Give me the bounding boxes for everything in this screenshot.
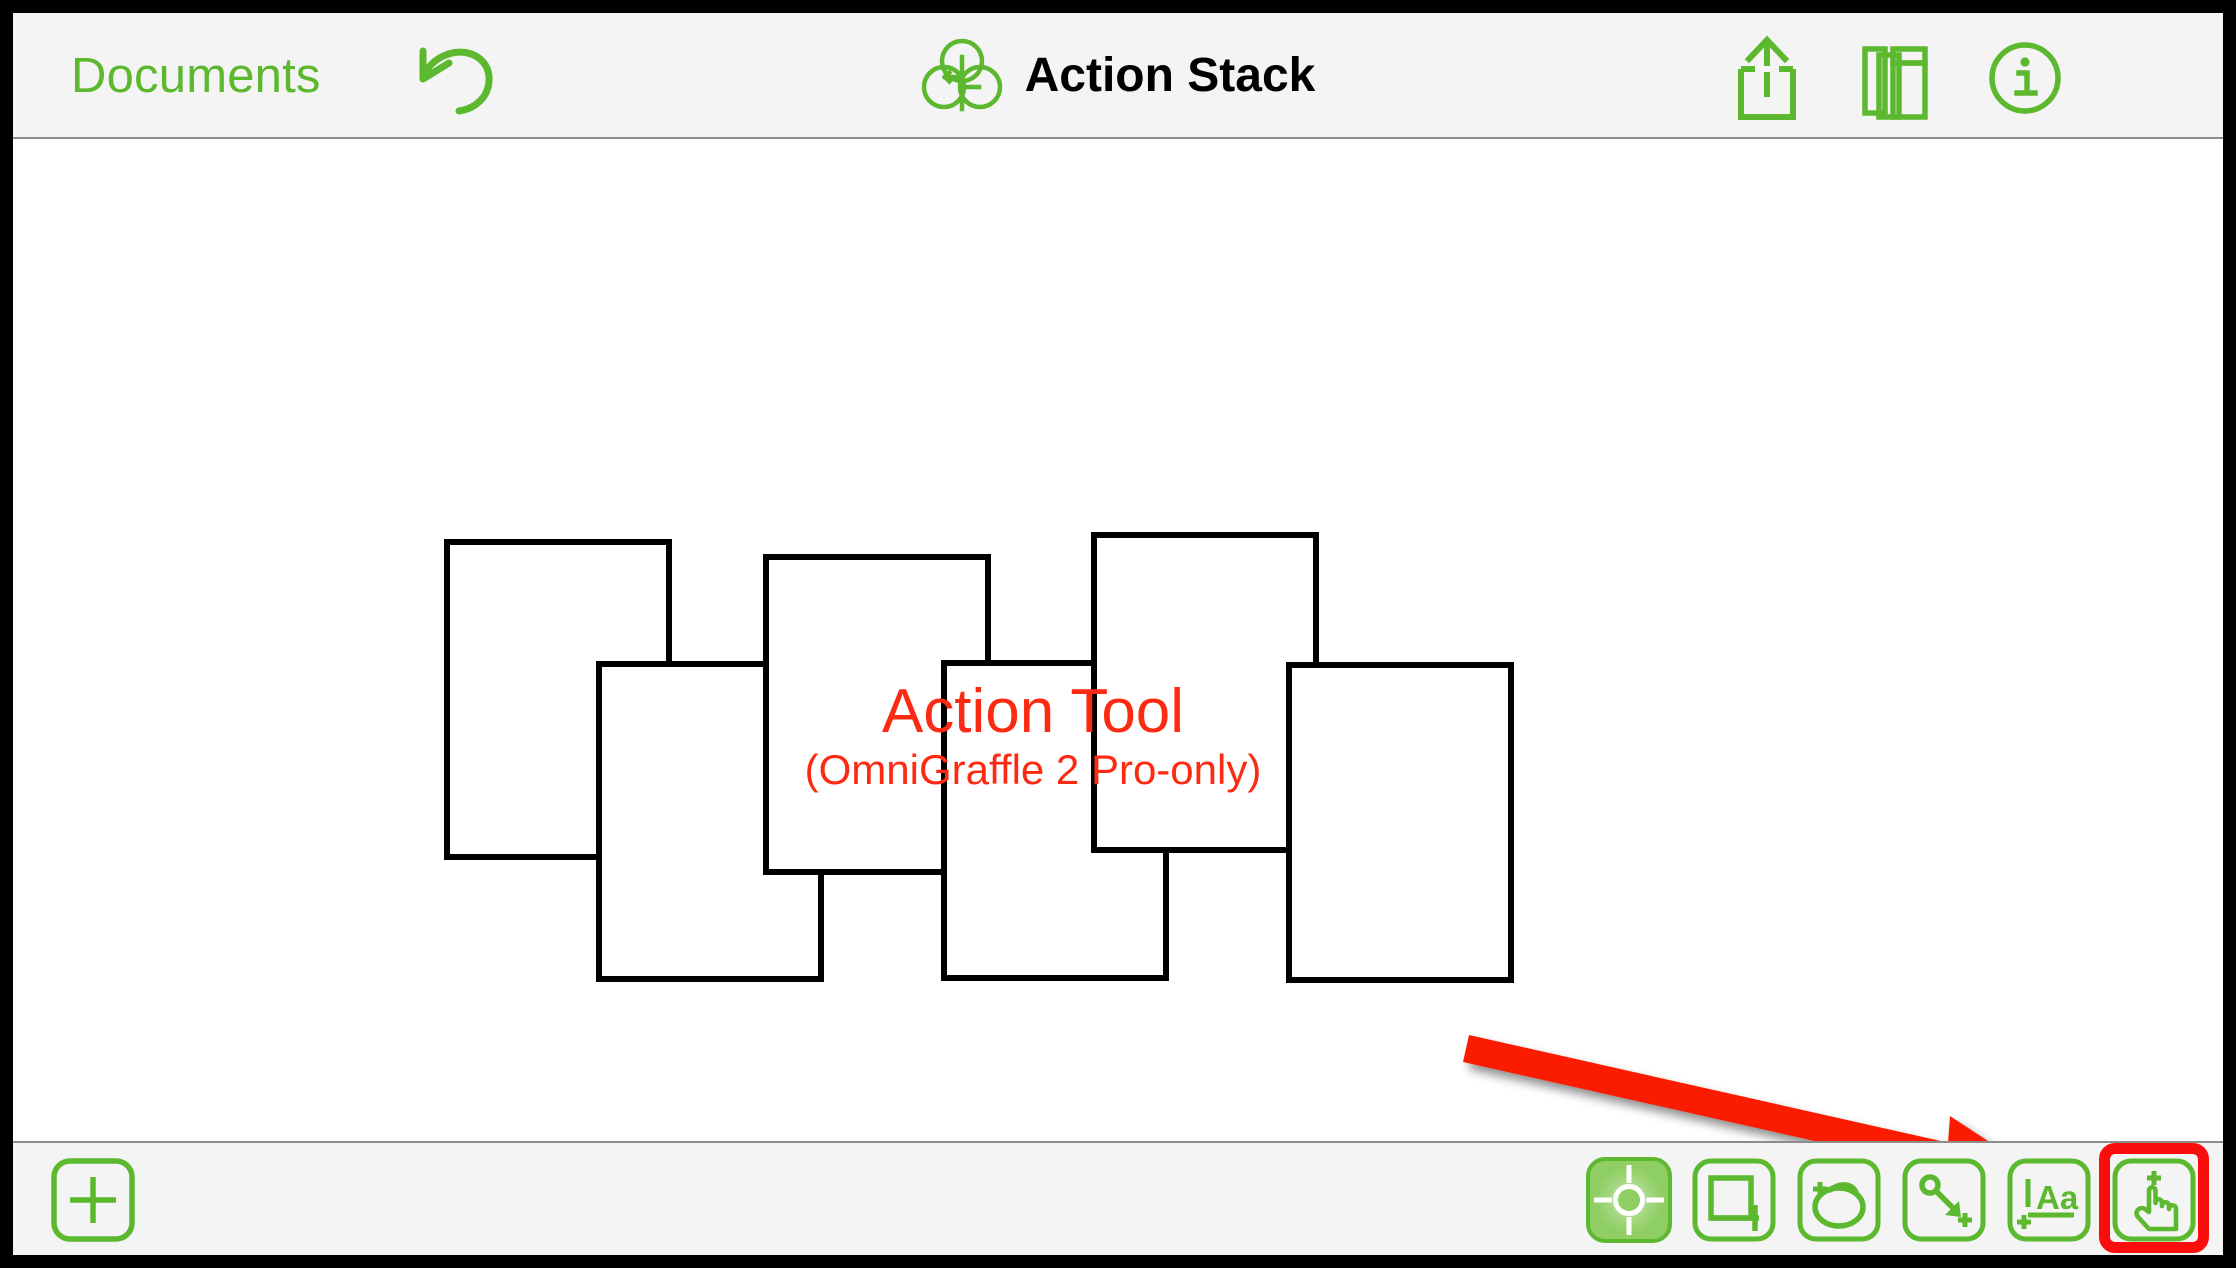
documents-back-button[interactable]: Documents [71, 43, 321, 109]
tool-palette: Aa [1586, 1157, 2197, 1243]
diagram-canvas[interactable]: Action Tool (OmniGraffle 2 Pro-only) [13, 139, 2223, 1141]
rectangle-6[interactable] [1286, 662, 1514, 983]
shape-stack [444, 532, 1514, 983]
top-navigation-bar: Documents Action Stack [13, 13, 2223, 139]
app-screen: Documents Action Stack Action Tool (Omni… [13, 13, 2223, 1255]
bottom-toolbar: Aa [13, 1141, 2223, 1255]
info-circle-icon[interactable] [1979, 33, 2071, 121]
device-frame: Documents Action Stack Action Tool (Omni… [0, 0, 2236, 1268]
add-canvas-button[interactable] [50, 1157, 136, 1243]
rectangle-5[interactable] [1091, 532, 1319, 853]
share-export-icon[interactable] [1721, 33, 1813, 121]
text-tool-button[interactable]: Aa [2006, 1157, 2092, 1243]
svg-text:Aa: Aa [2036, 1179, 2079, 1216]
shape-tool-button[interactable] [1691, 1157, 1777, 1243]
omnipresence-cloud-sync-icon [921, 37, 1003, 115]
action-tool-button[interactable] [2111, 1157, 2197, 1243]
layers-stencils-icon[interactable] [1849, 33, 1941, 121]
pen-tool-button[interactable] [1796, 1157, 1882, 1243]
page-title: Action Stack [1024, 49, 1316, 102]
undo-arrow-icon[interactable] [411, 35, 497, 119]
line-tool-button[interactable] [1901, 1157, 1987, 1243]
selection-tool-button[interactable] [1586, 1157, 1672, 1243]
